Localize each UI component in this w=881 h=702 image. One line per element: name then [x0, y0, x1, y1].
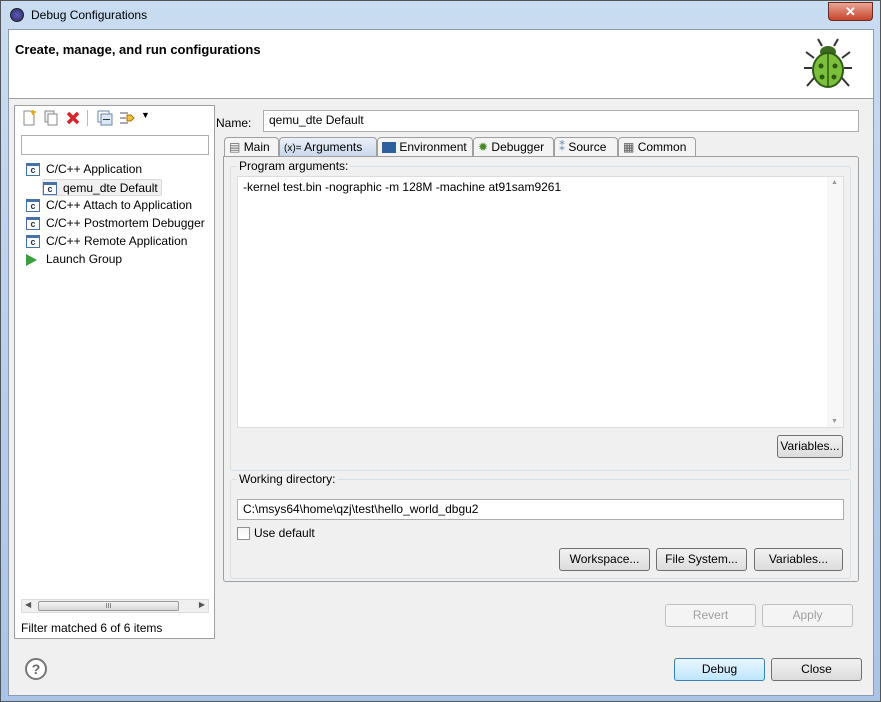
- working-directory-group: Working directory: C:\msys64\home\qzj\te…: [230, 472, 851, 579]
- name-input[interactable]: qemu_dte Default: [263, 110, 859, 132]
- close-window-button[interactable]: ✕: [828, 2, 873, 21]
- header-title: Create, manage, and run configurations: [15, 42, 261, 57]
- dialog-window: Debug Configurations ✕ Create, manage, a…: [0, 0, 881, 702]
- tree-item-cpp-postmortem[interactable]: c C/C++ Postmortem Debugger: [26, 215, 205, 232]
- window-title: Debug Configurations: [31, 8, 148, 22]
- duplicate-icon[interactable]: [43, 110, 59, 126]
- scroll-up-icon[interactable]: ▲: [831, 179, 838, 186]
- tab-label: Source: [568, 140, 607, 154]
- scroll-left-icon[interactable]: ◀: [25, 600, 31, 609]
- tab-label: Debugger: [491, 140, 545, 154]
- tab-source[interactable]: ⁑ Source: [554, 137, 618, 156]
- dialog-client: Create, manage, and run configurations ▼…: [8, 29, 874, 696]
- filter-menu-chevron-icon[interactable]: ▼: [141, 110, 150, 120]
- launch-group-icon: [26, 253, 37, 266]
- new-config-icon[interactable]: [21, 110, 37, 126]
- tab-main[interactable]: ▤ Main: [224, 137, 279, 156]
- horizontal-scrollbar[interactable]: ◀ III ▶: [21, 599, 209, 613]
- use-default-checkbox[interactable]: [237, 527, 250, 540]
- debug-button[interactable]: Debug: [674, 658, 765, 681]
- tree-item-cpp-remote[interactable]: c C/C++ Remote Application: [26, 233, 187, 250]
- close-button[interactable]: Close: [771, 658, 862, 681]
- config-tree-panel: ▼ c C/C++ Application c qemu_dte Default c…: [14, 105, 215, 639]
- arguments-tab-icon: (x)=: [284, 143, 302, 154]
- name-label: Name:: [216, 116, 252, 130]
- help-icon[interactable]: ?: [25, 658, 47, 680]
- working-directory-label: Working directory:: [237, 472, 338, 486]
- tree-item-cpp-application[interactable]: c C/C++ Application: [26, 161, 142, 178]
- vertical-scrollbar[interactable]: ▲ ▼: [827, 177, 843, 427]
- filter-icon[interactable]: [119, 110, 135, 126]
- c-config-icon: c: [26, 235, 40, 249]
- c-config-icon: c: [26, 217, 40, 231]
- dialog-header: Create, manage, and run configurations: [9, 30, 873, 99]
- scroll-thumb[interactable]: III: [38, 601, 179, 611]
- delete-icon[interactable]: [65, 110, 81, 126]
- debugger-tab-icon: ✹: [478, 140, 489, 154]
- c-config-icon: c: [26, 199, 40, 213]
- title-bar: Debug Configurations ✕: [1, 1, 881, 29]
- workspace-button[interactable]: Workspace...: [559, 548, 650, 571]
- program-arguments-text: -kernel test.bin -nographic -m 128M -mac…: [243, 180, 562, 194]
- main-tab-icon: ▤: [229, 140, 241, 154]
- workdir-variables-button[interactable]: Variables...: [754, 548, 843, 571]
- tree-item-label: Launch Group: [46, 252, 123, 266]
- toolbar-separator: [87, 110, 88, 126]
- tab-bar: ▤ Main (x)= Arguments Environment ✹ Debu…: [224, 137, 860, 157]
- filter-input[interactable]: [21, 135, 209, 155]
- common-tab-icon: ▦: [623, 140, 635, 154]
- tree-item-qemu-dte-default[interactable]: c qemu_dte Default: [42, 179, 162, 196]
- tab-common[interactable]: ▦ Common: [618, 137, 696, 156]
- working-directory-input[interactable]: C:\msys64\home\qzj\test\hello_world_dbgu…: [237, 499, 844, 520]
- tab-environment[interactable]: Environment: [377, 137, 473, 156]
- tab-debugger[interactable]: ✹ Debugger: [473, 137, 554, 156]
- tree-item-label: C/C++ Attach to Application: [46, 198, 193, 212]
- tree-item-launch-group[interactable]: Launch Group: [26, 251, 122, 268]
- tree-item-label: qemu_dte Default: [63, 181, 158, 195]
- scroll-right-icon[interactable]: ▶: [199, 600, 205, 609]
- tab-arguments[interactable]: (x)= Arguments: [279, 137, 377, 156]
- program-variables-button[interactable]: Variables...: [777, 435, 843, 458]
- file-system-button[interactable]: File System...: [656, 548, 747, 571]
- environment-tab-icon: [382, 142, 396, 154]
- eclipse-icon: [10, 8, 24, 22]
- use-default-label: Use default: [254, 526, 315, 540]
- bug-icon: [804, 38, 852, 88]
- program-arguments-group: Program arguments: -kernel test.bin -nog…: [230, 159, 851, 471]
- apply-button[interactable]: Apply: [762, 604, 853, 627]
- tab-label: Main: [243, 140, 270, 154]
- tab-label: Common: [637, 140, 687, 154]
- tree-item-cpp-attach[interactable]: c C/C++ Attach to Application: [26, 197, 192, 214]
- c-config-icon: c: [26, 163, 40, 177]
- tree-item-label: C/C++ Postmortem Debugger: [46, 216, 205, 230]
- scroll-down-icon[interactable]: ▼: [831, 418, 838, 425]
- tab-label: Environment: [399, 140, 467, 154]
- source-tab-icon: ⁑: [559, 140, 565, 154]
- program-arguments-textarea[interactable]: -kernel test.bin -nographic -m 128M -mac…: [237, 176, 844, 428]
- revert-button[interactable]: Revert: [665, 604, 756, 627]
- tab-label: Arguments: [304, 140, 363, 154]
- collapse-all-icon[interactable]: [97, 110, 113, 126]
- program-arguments-label: Program arguments:: [237, 159, 351, 173]
- filter-status: Filter matched 6 of 6 items: [21, 621, 163, 635]
- tree-item-label: C/C++ Remote Application: [46, 234, 188, 248]
- c-config-icon: c: [43, 182, 57, 196]
- tree-item-label: C/C++ Application: [46, 162, 143, 176]
- tab-panel: Program arguments: -kernel test.bin -nog…: [223, 156, 859, 582]
